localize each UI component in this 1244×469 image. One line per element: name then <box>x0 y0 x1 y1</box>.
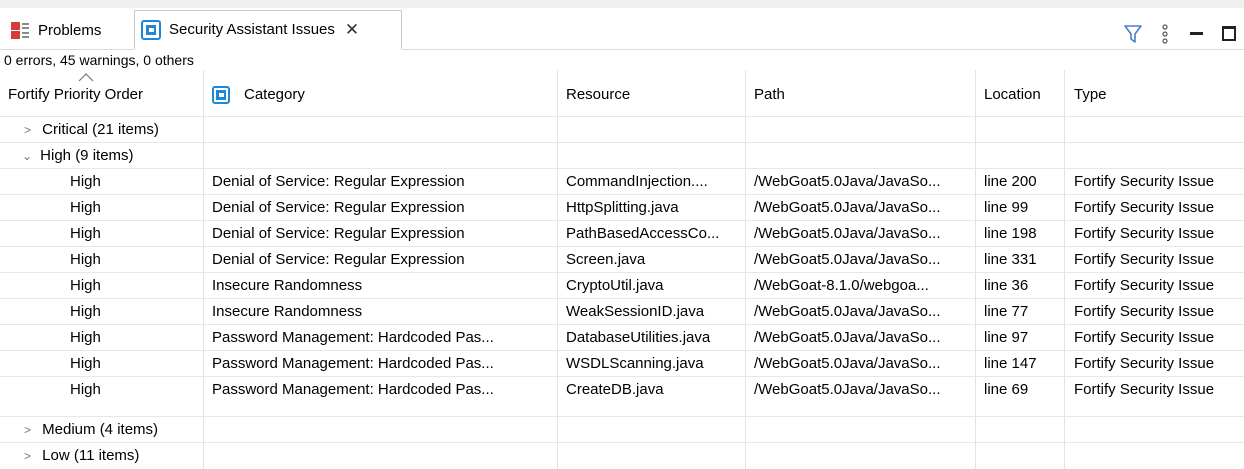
column-header-category[interactable]: Category <box>212 70 305 122</box>
cell-path: /WebGoat5.0Java/JavaSo... <box>754 329 941 346</box>
table-row[interactable]: High Password Management: Hardcoded Pas..… <box>0 376 1244 402</box>
cell-category: Insecure Randomness <box>212 303 363 320</box>
cell-priority: High <box>70 329 101 346</box>
cell-resource: CommandInjection.... <box>566 173 708 190</box>
cell-location: line 97 <box>984 329 1029 346</box>
cell-resource: WSDLScanning.java <box>566 355 704 372</box>
cell-priority: High <box>70 303 101 320</box>
cell-category: Password Management: Hardcoded Pas... <box>212 381 494 398</box>
tab-bar-top-strip <box>0 0 1244 8</box>
column-header-type[interactable]: Type <box>1074 70 1107 122</box>
cell-location: line 36 <box>984 277 1029 294</box>
cell-type: Fortify Security Issue <box>1074 329 1215 346</box>
cell-path: /WebGoat5.0Java/JavaSo... <box>754 199 941 216</box>
cell-location: line 147 <box>984 355 1037 372</box>
group-row-medium[interactable]: > Medium (4 items) <box>0 416 1244 442</box>
cell-resource: HttpSplitting.java <box>566 199 679 216</box>
cell-category: Password Management: Hardcoded Pas... <box>212 355 494 372</box>
cell-category: Denial of Service: Regular Expression <box>212 173 465 190</box>
cell-location: line 69 <box>984 381 1029 398</box>
fortify-icon <box>212 86 230 104</box>
cell-priority: High <box>70 381 101 398</box>
fortify-icon <box>141 19 161 40</box>
cell-priority: High <box>70 225 101 242</box>
view-tab-bar: Problems Security Assistant Issues ✕ <box>0 0 1244 50</box>
cell-category: Denial of Service: Regular Expression <box>212 251 465 268</box>
cell-type: Fortify Security Issue <box>1074 251 1215 268</box>
cell-location: line 99 <box>984 199 1029 216</box>
column-header-resource[interactable]: Resource <box>566 70 630 122</box>
cell-type: Fortify Security Issue <box>1074 355 1215 372</box>
cell-location: line 200 <box>984 173 1037 190</box>
cell-priority: High <box>70 277 101 294</box>
cell-category: Denial of Service: Regular Expression <box>212 199 465 216</box>
cell-path: /WebGoat-8.1.0/webgoa... <box>754 277 929 294</box>
cell-resource: Screen.java <box>566 251 646 268</box>
group-label: Medium (4 items) <box>42 421 159 438</box>
cell-priority: High <box>70 199 101 216</box>
tab-problems[interactable]: Problems <box>6 12 132 48</box>
cell-path: /WebGoat5.0Java/JavaSo... <box>754 251 941 268</box>
cell-type: Fortify Security Issue <box>1074 199 1215 216</box>
cell-category: Denial of Service: Regular Expression <box>212 225 465 242</box>
group-label: Low (11 items) <box>42 447 140 464</box>
chevron-right-icon[interactable]: > <box>24 118 38 143</box>
tab-security-label: Security Assistant Issues <box>169 21 335 38</box>
table-header: Fortify Priority Order Category Resource… <box>0 70 1244 122</box>
chevron-right-icon[interactable]: > <box>24 444 38 469</box>
group-row-critical[interactable]: > Critical (21 items) <box>0 116 1244 142</box>
tab-problems-label: Problems <box>38 21 102 39</box>
cell-resource: DatabaseUtilities.java <box>566 329 711 346</box>
cell-location: line 331 <box>984 251 1037 268</box>
column-header-location[interactable]: Location <box>984 70 1041 122</box>
cell-location: line 77 <box>984 303 1029 320</box>
cell-path: /WebGoat5.0Java/JavaSo... <box>754 173 941 190</box>
cell-priority: High <box>70 251 101 268</box>
filter-icon[interactable] <box>1124 24 1142 44</box>
cell-path: /WebGoat5.0Java/JavaSo... <box>754 303 941 320</box>
group-row-low[interactable]: > Low (11 items) <box>0 442 1244 468</box>
cell-location: line 198 <box>984 225 1037 242</box>
group-label: Critical (21 items) <box>42 121 159 138</box>
table-row[interactable]: High Insecure Randomness CryptoUtil.java/W… <box>0 272 1244 298</box>
cell-path: /WebGoat5.0Java/JavaSo... <box>754 225 941 242</box>
cell-type: Fortify Security Issue <box>1074 277 1215 294</box>
cell-path: /WebGoat5.0Java/JavaSo... <box>754 381 941 398</box>
tab-security-assistant-issues[interactable]: Security Assistant Issues ✕ <box>134 10 402 50</box>
view-menu-icon[interactable] <box>1156 24 1174 44</box>
cell-priority: High <box>70 173 101 190</box>
cell-resource: WeakSessionID.java <box>566 303 705 320</box>
cell-type: Fortify Security Issue <box>1074 381 1215 398</box>
table-row[interactable]: High Password Management: Hardcoded Pas..… <box>0 350 1244 376</box>
view-toolbar <box>1124 22 1238 46</box>
table-row[interactable]: High Denial of Service: Regular Expressio… <box>0 194 1244 220</box>
group-row-high[interactable]: ⌄ High (9 items) <box>0 142 1244 168</box>
cell-type: Fortify Security Issue <box>1074 225 1215 242</box>
column-header-path[interactable]: Path <box>754 70 785 122</box>
table-row[interactable]: High Password Management: Hardcoded Pas..… <box>0 324 1244 350</box>
table-row[interactable]: High Denial of Service: Regular Expressio… <box>0 168 1244 194</box>
table-row[interactable]: High Denial of Service: Regular Expressio… <box>0 220 1244 246</box>
status-summary: 0 errors, 45 warnings, 0 others <box>4 52 194 68</box>
group-label: High (9 items) <box>40 147 134 164</box>
table-row[interactable]: High Denial of Service: Regular Expressio… <box>0 246 1244 272</box>
cell-category: Insecure Randomness <box>212 277 363 294</box>
minimize-icon[interactable] <box>1188 24 1206 44</box>
cell-type: Fortify Security Issue <box>1074 303 1215 320</box>
cell-resource: PathBasedAccessCo... <box>566 225 720 242</box>
column-header-priority[interactable]: Fortify Priority Order <box>8 70 143 122</box>
chevron-right-icon[interactable]: > <box>24 418 38 443</box>
close-icon[interactable]: ✕ <box>345 20 359 40</box>
cell-path: /WebGoat5.0Java/JavaSo... <box>754 355 941 372</box>
cell-resource: CreateDB.java <box>566 381 664 398</box>
table-row[interactable]: High Insecure Randomness WeakSessionID.jav… <box>0 298 1244 324</box>
cell-category: Password Management: Hardcoded Pas... <box>212 329 494 346</box>
problems-icon <box>10 20 30 40</box>
cell-resource: CryptoUtil.java <box>566 277 664 294</box>
cell-type: Fortify Security Issue <box>1074 173 1215 190</box>
maximize-icon[interactable] <box>1220 24 1238 44</box>
cell-priority: High <box>70 355 101 372</box>
chevron-down-icon[interactable]: ⌄ <box>22 144 36 169</box>
